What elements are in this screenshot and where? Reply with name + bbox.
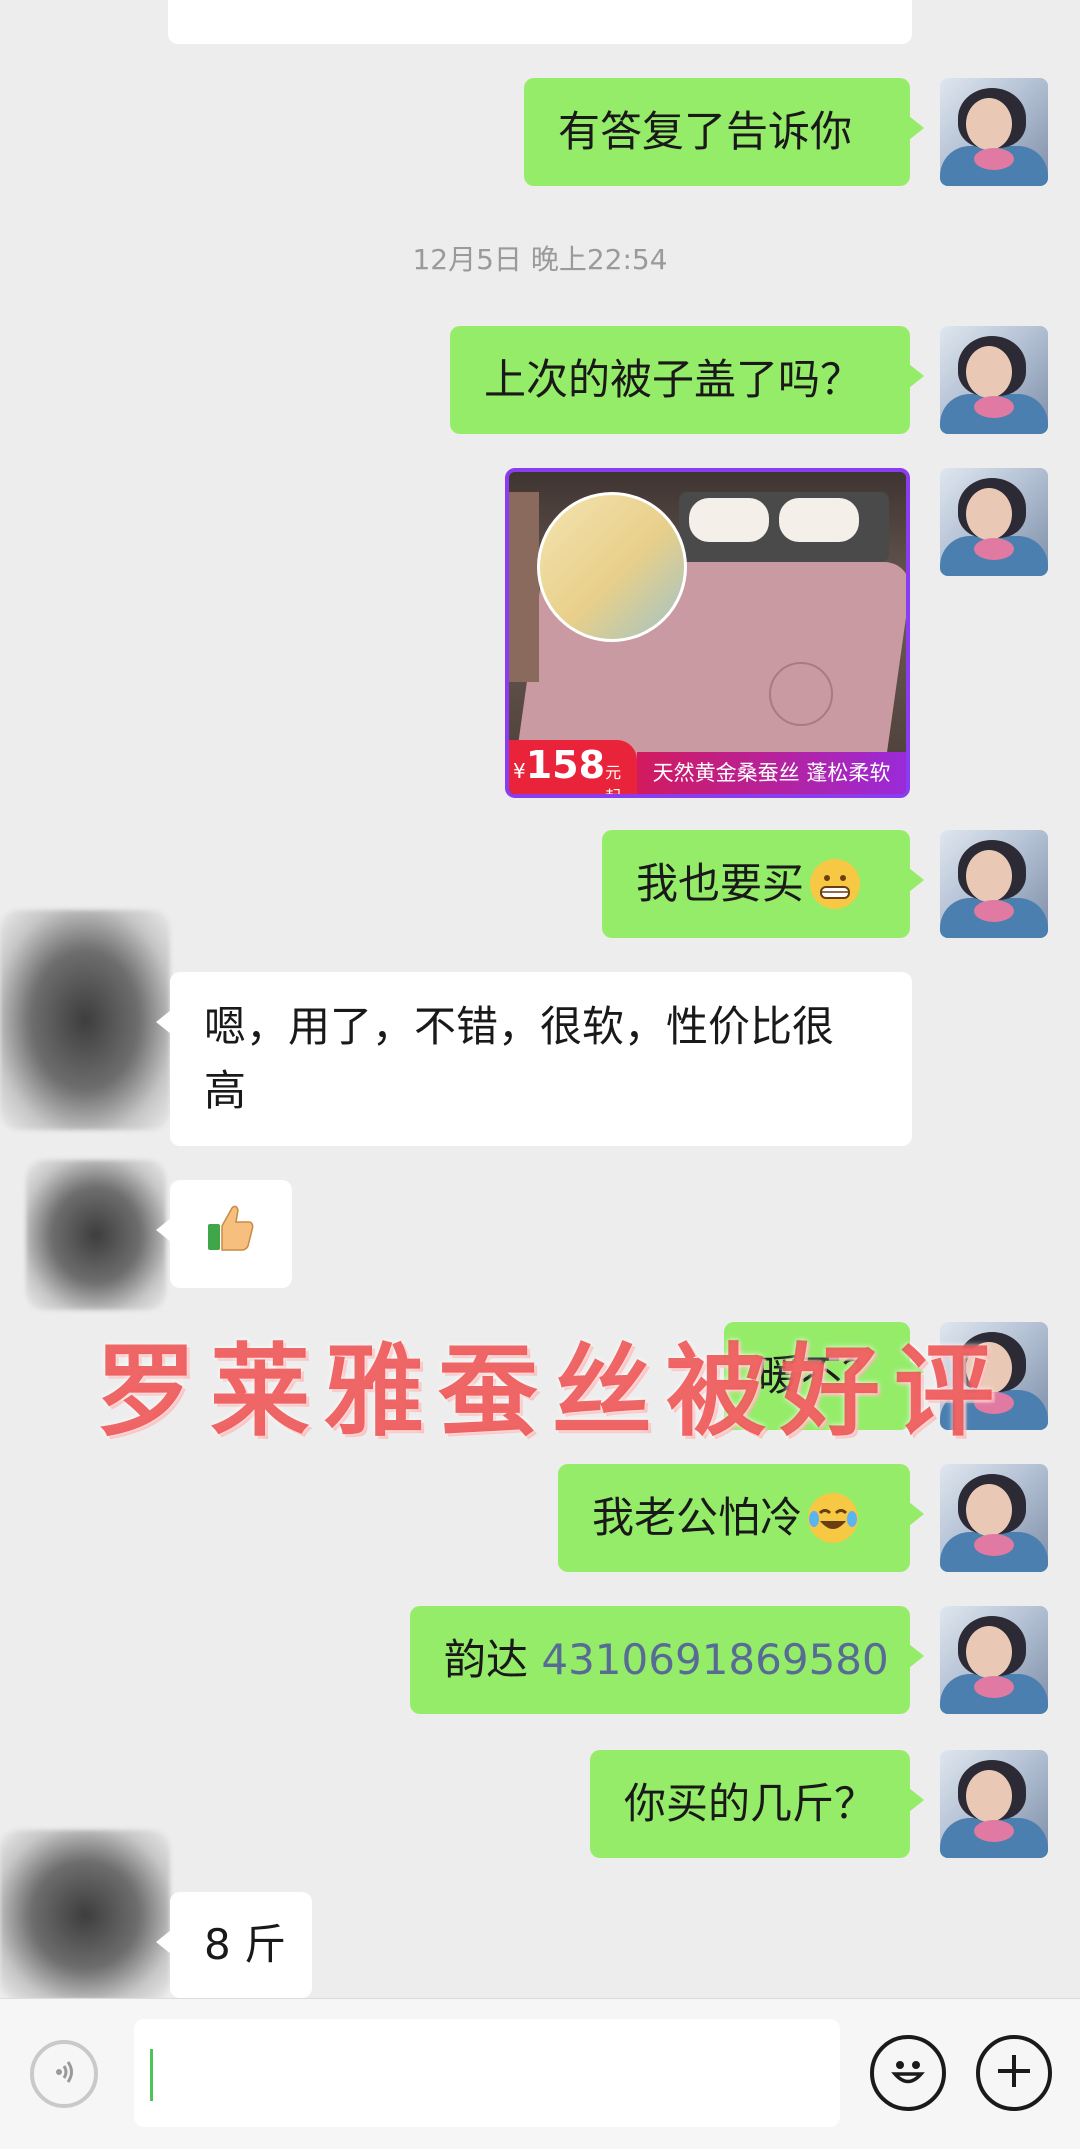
my-avatar[interactable] <box>940 1606 1048 1714</box>
material-zoom-circle <box>537 492 687 642</box>
message-bubble[interactable]: 嗯，用了，不错，很软，性价比很 高 <box>156 972 912 1146</box>
message-text-line-2: 高 <box>204 1066 247 1115</box>
voice-button[interactable] <box>30 2040 98 2108</box>
my-avatar[interactable] <box>940 326 1048 434</box>
my-avatar[interactable] <box>940 468 1048 576</box>
message-bubble[interactable]: 我老公怕冷 <box>558 1464 924 1572</box>
message-text: 有答复了告诉你 <box>558 107 853 156</box>
price-tag: ¥ 158 元起 <box>509 740 637 794</box>
message-text: 上次的被子盖了吗？ <box>484 355 863 404</box>
emoji-button[interactable] <box>870 2035 946 2111</box>
contact-avatar-redacted <box>0 910 170 1130</box>
message-bubble[interactable]: 我也要买 <box>602 830 924 938</box>
my-avatar[interactable] <box>940 830 1048 938</box>
message-text: 你买的几斤？ <box>624 1779 877 1828</box>
message-bubble[interactable] <box>156 1180 292 1288</box>
message-bubble[interactable]: 韵达 4310691869580 <box>410 1606 924 1714</box>
message-bubble[interactable]: 上次的被子盖了吗？ <box>450 326 924 434</box>
thumbs-up-icon <box>204 1200 258 1268</box>
message-bubble[interactable]: 有答复了告诉你 <box>524 78 924 186</box>
message-text: 8 斤 <box>204 1920 287 1969</box>
contact-avatar-redacted <box>26 1160 166 1310</box>
my-avatar[interactable] <box>940 1750 1048 1858</box>
message-input[interactable] <box>134 2019 840 2127</box>
tears-of-joy-icon <box>808 1493 859 1543</box>
promo-watermark: 罗莱雅蚕丝被好评 <box>96 1333 1008 1450</box>
input-bar <box>0 1998 1080 2149</box>
more-button[interactable] <box>976 2035 1052 2111</box>
product-caption: 天然黄金桑蚕丝 蓬松柔软 <box>637 752 906 794</box>
timestamp: 12月5日 晚上22:54 <box>412 243 668 276</box>
message-bubble[interactable]: 你买的几斤？ <box>590 1750 924 1858</box>
grinning-face-icon <box>810 859 861 909</box>
plus-icon <box>992 2049 1036 2097</box>
message-text: 我老公怕冷 <box>592 1493 803 1542</box>
partial-bubble <box>168 0 912 44</box>
voice-icon <box>49 2057 79 2091</box>
message-text: 韵达 <box>444 1635 542 1684</box>
my-avatar[interactable] <box>940 1464 1048 1572</box>
message-text: 我也要买 <box>636 859 805 908</box>
product-card[interactable]: ¥ 158 元起 天然黄金桑蚕丝 蓬松柔软 <box>505 468 910 798</box>
my-avatar[interactable] <box>940 78 1048 186</box>
smile-icon <box>884 2047 932 2099</box>
contact-avatar-redacted <box>0 1830 170 2000</box>
message-bubble[interactable]: 8 斤 <box>156 1892 312 1998</box>
tracking-number-link[interactable]: 4310691869580 <box>541 1632 888 1688</box>
message-text-line-1: 嗯，用了，不错，很软，性价比很 <box>204 1002 835 1051</box>
